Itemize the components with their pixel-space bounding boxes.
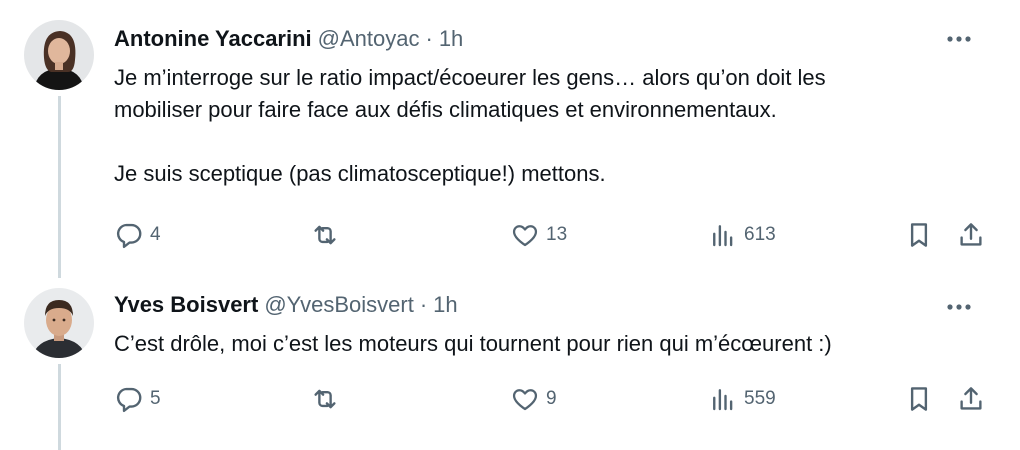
- display-name[interactable]: Antonine Yaccarini: [114, 24, 312, 54]
- reply-button[interactable]: 4: [114, 218, 161, 252]
- tweet[interactable]: Antonine Yaccarini @Antoyac · 1h Je m’in…: [0, 0, 1020, 278]
- share-icon: [960, 223, 982, 246]
- more-icon: [947, 36, 971, 42]
- timestamp[interactable]: 1h: [439, 24, 463, 54]
- like-count: 13: [546, 224, 568, 245]
- tweet-text: Je m’interroge sur le ratio impact/écoeu…: [114, 62, 994, 190]
- views-button[interactable]: 559: [708, 382, 776, 416]
- views-icon: [713, 389, 733, 411]
- like-button[interactable]: 13: [510, 218, 567, 252]
- reply-icon: [117, 223, 142, 249]
- action-bar: 4 13 613: [0, 218, 1020, 252]
- view-count: 613: [744, 224, 776, 245]
- like-count: 9: [546, 388, 557, 409]
- share-button[interactable]: [956, 218, 986, 252]
- views-button[interactable]: 613: [708, 218, 776, 252]
- views-icon: [713, 225, 733, 247]
- view-count: 559: [744, 388, 776, 409]
- tweet-paragraph: mobiliser pour faire face aux défis clim…: [114, 97, 777, 122]
- timestamp[interactable]: 1h: [433, 290, 457, 320]
- reply-button[interactable]: 5: [114, 382, 161, 416]
- avatar-image: [24, 20, 94, 90]
- repost-button[interactable]: [310, 218, 340, 252]
- more-options-button[interactable]: [944, 24, 974, 54]
- tweet-paragraph: Je m’interroge sur le ratio impact/écoeu…: [114, 65, 826, 90]
- tweet-header: Yves Boisvert @YvesBoisvert · 1h: [114, 290, 458, 320]
- like-button[interactable]: 9: [510, 382, 557, 416]
- handle[interactable]: @Antoyac: [318, 24, 420, 54]
- avatar-image: [24, 288, 94, 358]
- avatar[interactable]: [24, 288, 94, 358]
- heart-icon: [512, 225, 538, 247]
- share-icon: [960, 387, 982, 410]
- separator-dot: ·: [425, 26, 433, 51]
- action-bar: 5 9 559: [0, 382, 1020, 416]
- bookmark-icon: [910, 223, 928, 247]
- tweet-header: Antonine Yaccarini @Antoyac · 1h: [114, 24, 463, 54]
- bookmark-icon: [910, 387, 928, 411]
- share-button[interactable]: [956, 382, 986, 416]
- tweet[interactable]: Yves Boisvert @YvesBoisvert · 1h C’est d…: [0, 278, 1020, 450]
- more-options-button[interactable]: [944, 292, 974, 322]
- repost-icon: [314, 389, 336, 409]
- tweet-paragraph: C’est drôle, moi c’est les moteurs qui t…: [114, 331, 832, 356]
- reply-count: 5: [150, 388, 161, 409]
- repost-button[interactable]: [310, 382, 340, 416]
- more-icon: [947, 304, 971, 310]
- reply-icon: [117, 387, 142, 413]
- tweet-text: C’est drôle, moi c’est les moteurs qui t…: [114, 328, 994, 360]
- display-name[interactable]: Yves Boisvert: [114, 290, 258, 320]
- tweet-paragraph: Je suis sceptique (pas climatosceptique!…: [114, 161, 606, 186]
- heart-icon: [512, 389, 538, 411]
- bookmark-button[interactable]: [904, 218, 934, 252]
- repost-icon: [314, 225, 336, 245]
- avatar[interactable]: [24, 20, 94, 90]
- handle[interactable]: @YvesBoisvert: [264, 290, 414, 320]
- separator-dot: ·: [419, 292, 428, 317]
- bookmark-button[interactable]: [904, 382, 934, 416]
- reply-count: 4: [150, 224, 161, 245]
